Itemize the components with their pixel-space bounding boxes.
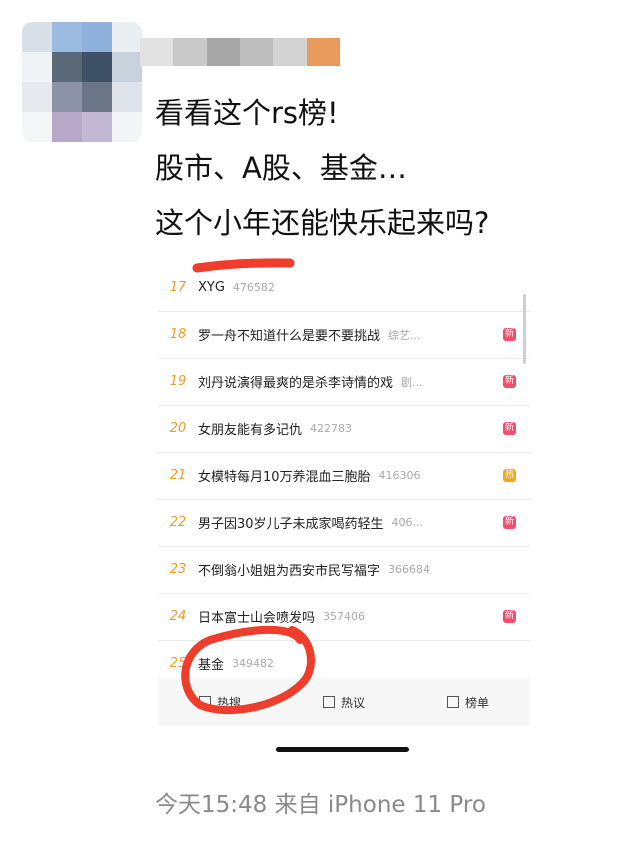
tab-label: 热搜 [216, 695, 241, 710]
hot-title: 日本富士山会喷发吗 [198, 611, 316, 626]
tab-label: 榜单 [464, 695, 489, 710]
new-tag-icon: 新 [503, 422, 516, 435]
hot-title: 基金 [198, 658, 225, 673]
post-line: 看看这个rs榜! [155, 96, 339, 130]
new-tag-icon: 新 [503, 375, 516, 388]
hot-count: 剧... [401, 375, 423, 389]
tab-ranking[interactable]: 榜单 [406, 678, 530, 726]
hot-count: 422783 [310, 422, 353, 435]
hot-title: 男子因30岁儿子未成家喝药轻生 [198, 517, 384, 532]
rank: 25 [169, 656, 187, 671]
tab-label: 热议 [340, 695, 365, 710]
rank: 20 [169, 421, 187, 436]
rank: 17 [169, 280, 187, 295]
new-tag-icon: 新 [503, 516, 516, 529]
comment-icon [322, 696, 335, 708]
hot-search-row[interactable]: 17 XYG 476582 [158, 264, 530, 312]
tab-hot-search[interactable]: 热搜 [158, 678, 282, 726]
hot-title: 不倒翁小姐姐为西安市民写福字 [198, 564, 381, 579]
home-indicator [276, 747, 409, 752]
scrollbar[interactable] [523, 294, 526, 364]
rank: 23 [169, 562, 187, 577]
hot-title: 刘丹说演得最爽的是杀李诗情的戏 [198, 376, 394, 391]
hot-search-row[interactable]: 20 女朋友能有多记仇 422783 新 [158, 405, 530, 453]
hot-search-row[interactable]: 21 女模特每月10万养混血三胞胎 416306 热 [158, 452, 530, 500]
hot-title: XYG [198, 280, 225, 295]
hot-search-row[interactable]: 24 日本富士山会喷发吗 357406 新 [158, 593, 530, 641]
hot-search-screenshot[interactable]: 17 XYG 476582 18 罗一舟不知道什么是要不要挑战 综艺... 新 … [158, 260, 530, 760]
post-meta: 今天15:48 来自 iPhone 11 Pro [155, 792, 486, 818]
post-text: 看看这个rs榜! 股市、A股、基金… 这个小年还能快乐起来吗? [155, 86, 489, 251]
hot-search-row[interactable]: 22 男子因30岁儿子未成家喝药轻生 406... 新 [158, 499, 530, 547]
hot-tag-icon: 热 [503, 469, 516, 482]
rank: 18 [169, 327, 187, 342]
rank: 21 [169, 468, 187, 483]
hot-search-row[interactable]: 19 刘丹说演得最爽的是杀李诗情的戏 剧... 新 [158, 358, 530, 406]
hot-count: 349482 [232, 657, 275, 670]
avatar[interactable] [22, 22, 142, 142]
fire-icon [198, 696, 211, 708]
bottom-tab-bar: 热搜 热议 榜单 [158, 678, 530, 726]
rank: 22 [169, 515, 187, 530]
hot-count: 406... [391, 516, 424, 529]
hot-search-row[interactable]: 18 罗一舟不知道什么是要不要挑战 综艺... 新 [158, 311, 530, 359]
hot-count: 综艺... [388, 328, 421, 342]
new-tag-icon: 新 [503, 610, 516, 623]
rank: 24 [169, 609, 187, 624]
hot-count: 476582 [232, 281, 275, 294]
hot-count: 357406 [323, 610, 366, 623]
hot-title: 罗一舟不知道什么是要不要挑战 [198, 329, 381, 344]
hot-count: 416306 [378, 469, 421, 482]
post-line: 股市、A股、基金… [155, 151, 407, 185]
chart-icon [446, 696, 459, 708]
rank: 19 [169, 374, 187, 389]
hot-count: 366684 [388, 563, 431, 576]
hot-title: 女朋友能有多记仇 [198, 423, 303, 438]
hot-title: 女模特每月10万养混血三胞胎 [198, 470, 371, 485]
post-line: 这个小年还能快乐起来吗? [155, 206, 490, 240]
tab-hot-discussion[interactable]: 热议 [282, 678, 406, 726]
hot-search-row[interactable]: 23 不倒翁小姐姐为西安市民写福字 366684 [158, 546, 530, 594]
username-mosaic[interactable] [140, 38, 340, 66]
new-tag-icon: 新 [503, 328, 516, 341]
